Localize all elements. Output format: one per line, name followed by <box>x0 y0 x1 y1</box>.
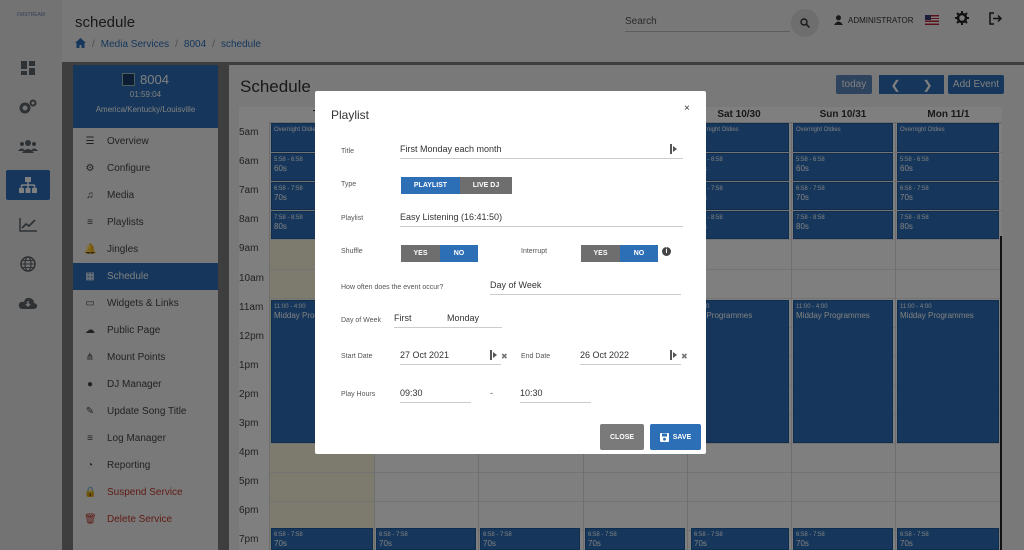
interrupt-yes[interactable]: YES <box>581 245 620 262</box>
title-label: Title <box>341 148 354 155</box>
play-hours-separator: - <box>490 388 493 398</box>
play-hours-label: Play Hours <box>341 391 376 398</box>
occur-label: How often does the event occur? <box>341 284 444 291</box>
shuffle-label: Shuffle <box>341 248 363 255</box>
play-hours-from[interactable]: 09:30 <box>400 386 471 403</box>
close-button[interactable]: CLOSE <box>600 424 644 450</box>
shuffle-yes[interactable]: YES <box>401 245 440 262</box>
end-date-picker-icon[interactable] <box>670 350 678 362</box>
play-hours-to[interactable]: 10:30 <box>520 386 591 403</box>
interrupt-toggle[interactable]: YES NO <box>581 245 658 262</box>
interrupt-label: Interrupt <box>521 248 548 255</box>
dow-select[interactable]: First Monday <box>394 311 502 328</box>
start-date-label: Start Date <box>341 353 373 360</box>
dow-label: Day of Week <box>341 317 381 324</box>
start-date-picker-icon[interactable] <box>490 350 498 362</box>
type-playlist-option[interactable]: PLAYLIST <box>401 177 460 194</box>
title-field[interactable]: First Monday each month <box>400 142 683 159</box>
type-toggle[interactable]: PLAYLIST LIVE DJ <box>401 177 512 194</box>
start-date-clear-icon[interactable]: ✖ <box>501 352 508 361</box>
end-date-field[interactable]: 26 Oct 2022 <box>580 348 681 365</box>
playlist-select[interactable]: Easy Listening (16:41:50) <box>400 210 683 227</box>
save-icon <box>659 432 669 442</box>
interrupt-no[interactable]: NO <box>620 245 658 262</box>
playlist-dialog: Playlist × Title First Monday each month… <box>315 91 706 454</box>
end-date-clear-icon[interactable]: ✖ <box>681 352 688 361</box>
type-label: Type <box>341 181 357 188</box>
close-icon[interactable]: × <box>684 103 690 114</box>
save-label: SAVE <box>672 433 692 441</box>
dow-first: First <box>394 313 412 323</box>
dialog-title: Playlist <box>331 108 370 122</box>
type-livedj-option[interactable]: LIVE DJ <box>460 177 512 194</box>
app-root: FMSTREAM schedule / Media S <box>0 0 1024 550</box>
start-date-field[interactable]: 27 Oct 2021 <box>400 348 501 365</box>
scrollbar[interactable] <box>1000 236 1002 550</box>
save-button[interactable]: SAVE <box>650 424 701 450</box>
dow-day: Monday <box>447 313 480 323</box>
shuffle-no[interactable]: NO <box>440 245 478 262</box>
occur-select[interactable]: Day of Week <box>490 278 681 295</box>
playlist-label: Playlist <box>341 215 364 222</box>
shuffle-toggle[interactable]: YES NO <box>401 245 478 262</box>
end-date-label: End Date <box>521 353 551 360</box>
info-icon[interactable]: i <box>662 247 671 256</box>
picker-icon[interactable] <box>670 144 678 156</box>
